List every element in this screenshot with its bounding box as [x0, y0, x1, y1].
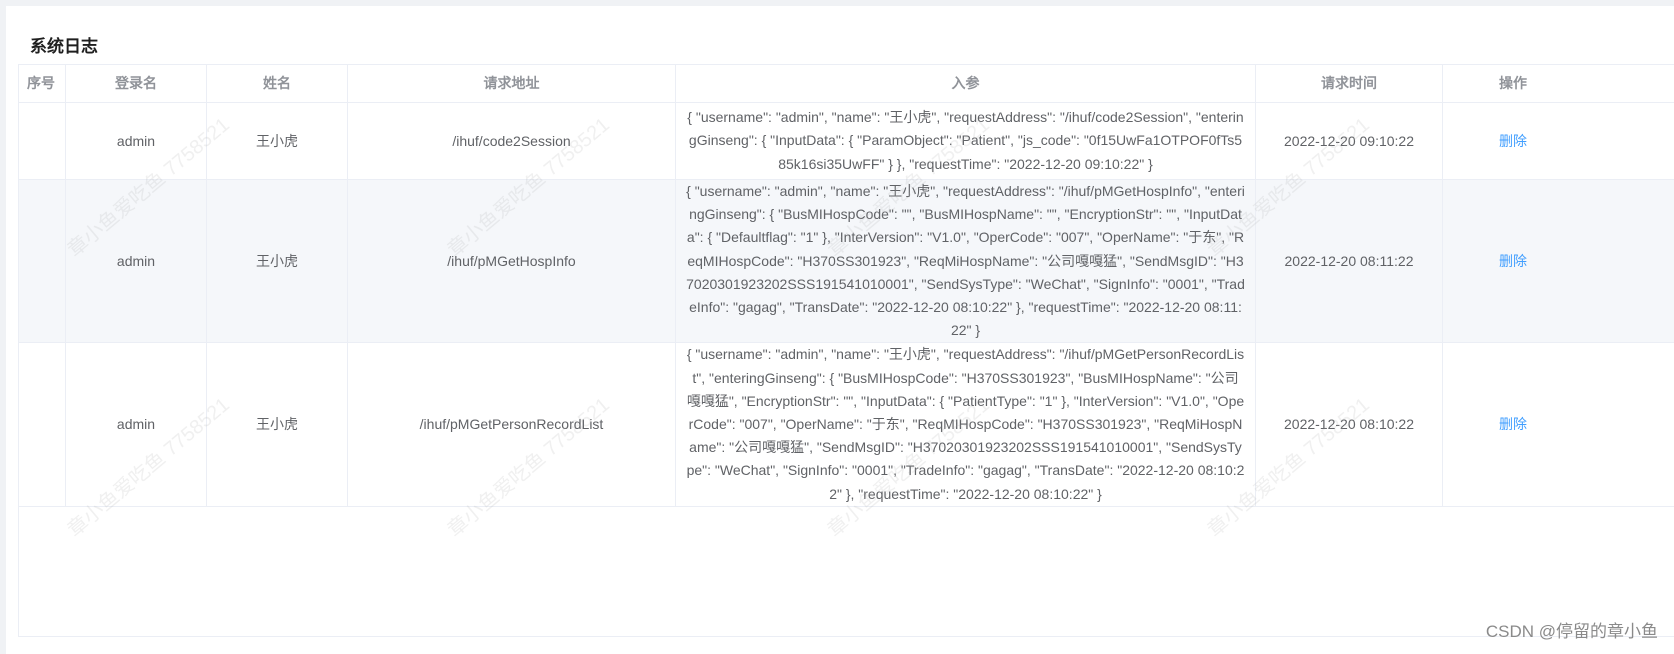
cell-request-time: 2022-12-20 08:11:22 — [1255, 178, 1443, 344]
table-row: admin 王小虎 /ihuf/pMGetHospInfo { "usernam… — [18, 178, 1674, 344]
delete-button[interactable]: 删除 — [1499, 133, 1527, 149]
cell-login-name: admin — [65, 102, 207, 180]
cell-index — [18, 342, 66, 507]
csdn-credit: CSDN @停留的章小鱼 — [1485, 622, 1658, 641]
cell-name: 王小虎 — [206, 342, 348, 507]
column-header-params[interactable]: 入参 — [675, 64, 1256, 103]
cell-index — [18, 102, 66, 180]
page-title: 系统日志 — [30, 37, 98, 56]
table-row: admin 王小虎 /ihuf/code2Session { "username… — [18, 102, 1674, 180]
cell-params: { "username": "admin", "name": "王小虎", "r… — [675, 342, 1256, 507]
cell-request-address: /ihuf/pMGetHospInfo — [347, 178, 676, 344]
system-log-panel: 系统日志 序号 登录名 姓名 请求地址 入参 请求时间 操作 admin 王小虎… — [6, 6, 1674, 654]
cell-login-name: admin — [65, 342, 207, 507]
column-header-name[interactable]: 姓名 — [206, 64, 348, 103]
cell-name: 王小虎 — [206, 102, 348, 180]
column-header-request-address[interactable]: 请求地址 — [347, 64, 676, 103]
cell-login-name: admin — [65, 178, 207, 344]
column-header-action[interactable]: 操作 — [1442, 64, 1674, 103]
delete-button[interactable]: 删除 — [1499, 416, 1527, 432]
cell-params: { "username": "admin", "name": "王小虎", "r… — [675, 178, 1256, 344]
delete-button[interactable]: 删除 — [1499, 253, 1527, 269]
cell-index — [18, 178, 66, 344]
cell-action: 删除 — [1442, 102, 1674, 180]
column-header-request-time[interactable]: 请求时间 — [1255, 64, 1443, 103]
cell-params: { "username": "admin", "name": "王小虎", "r… — [675, 102, 1256, 180]
column-header-login-name[interactable]: 登录名 — [65, 64, 207, 103]
cell-action: 删除 — [1442, 178, 1674, 344]
cell-request-time: 2022-12-20 09:10:22 — [1255, 102, 1443, 180]
cell-name: 王小虎 — [206, 178, 348, 344]
table-header-row: 序号 登录名 姓名 请求地址 入参 请求时间 操作 — [18, 64, 1674, 103]
column-header-index[interactable]: 序号 — [18, 64, 66, 103]
cell-request-time: 2022-12-20 08:10:22 — [1255, 342, 1443, 507]
table-row: admin 王小虎 /ihuf/pMGetPersonRecordList { … — [18, 342, 1674, 507]
log-table: 序号 登录名 姓名 请求地址 入参 请求时间 操作 admin 王小虎 /ihu… — [18, 64, 1674, 637]
cell-request-address: /ihuf/pMGetPersonRecordList — [347, 342, 676, 507]
table-empty-area — [18, 505, 1674, 637]
cell-request-address: /ihuf/code2Session — [347, 102, 676, 180]
cell-action: 删除 — [1442, 342, 1674, 507]
